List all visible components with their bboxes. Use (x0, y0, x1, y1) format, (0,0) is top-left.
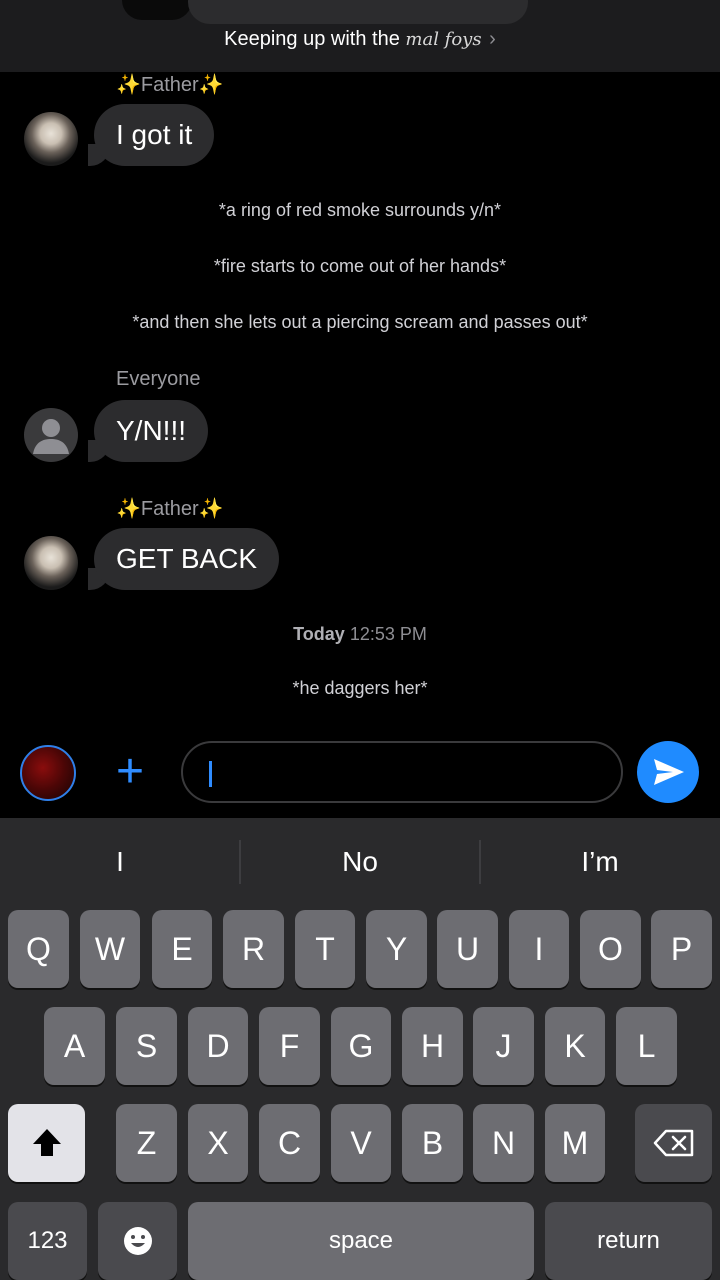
key-c[interactable]: C (259, 1104, 320, 1182)
suggestion-item[interactable]: I’m (480, 818, 720, 906)
key-n[interactable]: N (473, 1104, 534, 1182)
message-bubble[interactable]: I got it (94, 104, 215, 166)
key-v[interactable]: V (331, 1104, 391, 1182)
message-thread: ✨Father✨ I got it *a ring of red smoke s… (0, 72, 720, 732)
conversation-title[interactable]: Keeping up with the mal foys › (0, 28, 720, 51)
timestamp-time: 12:53 PM (349, 624, 427, 644)
sender-avatar[interactable] (24, 536, 78, 590)
key-i[interactable]: I (509, 910, 569, 988)
space-key[interactable]: space (188, 1202, 534, 1280)
key-r[interactable]: R (223, 910, 284, 988)
key-a[interactable]: A (44, 1007, 105, 1085)
emoji-icon (123, 1227, 152, 1255)
text-caret (209, 761, 212, 787)
message-bubble[interactable]: GET BACK (94, 528, 280, 590)
key-d[interactable]: D (188, 1007, 248, 1085)
composer-bar: + (0, 732, 720, 818)
return-key[interactable]: return (545, 1202, 712, 1280)
plus-icon[interactable]: + (106, 748, 154, 796)
key-j[interactable]: J (473, 1007, 534, 1085)
message-input[interactable] (181, 741, 623, 803)
send-button[interactable] (637, 741, 699, 803)
key-e[interactable]: E (152, 910, 212, 988)
key-x[interactable]: X (188, 1104, 248, 1182)
key-y[interactable]: Y (366, 910, 427, 988)
shift-key[interactable] (8, 1104, 85, 1182)
key-g[interactable]: G (331, 1007, 391, 1085)
group-avatar[interactable] (122, 0, 192, 20)
chevron-right-icon: › (489, 28, 496, 50)
key-q[interactable]: Q (8, 910, 69, 988)
timestamp-day: Today (293, 624, 345, 644)
suggestion-item[interactable]: No (240, 818, 480, 906)
narration-text: *he daggers her* (292, 678, 428, 698)
suggestion-item[interactable]: I (0, 818, 240, 906)
timestamp: Today 12:53 PM (0, 624, 720, 645)
key-k[interactable]: K (545, 1007, 605, 1085)
key-u[interactable]: U (437, 910, 498, 988)
sender-name: ✨Father✨ (116, 74, 224, 96)
sender-avatar[interactable] (24, 112, 78, 166)
shift-icon (32, 1129, 61, 1156)
sender-name: ✨Father✨ (116, 498, 224, 520)
narration-text: *and then she lets out a piercing scream… (132, 312, 588, 332)
key-w[interactable]: W (80, 910, 140, 988)
key-t[interactable]: T (295, 910, 355, 988)
key-o[interactable]: O (580, 910, 641, 988)
key-l[interactable]: L (616, 1007, 677, 1085)
person-icon[interactable] (24, 408, 78, 462)
narration-text: *fire starts to come out of her hands* (213, 256, 507, 276)
key-h[interactable]: H (402, 1007, 463, 1085)
header-pill (188, 0, 528, 24)
key-p[interactable]: P (651, 910, 712, 988)
send-icon (654, 759, 684, 785)
keyboard: I No I’m Q W E R T Y U I O P A S D F G H… (0, 818, 720, 1280)
backspace-key[interactable] (635, 1104, 712, 1182)
camera-icon[interactable] (20, 745, 76, 801)
key-m[interactable]: M (545, 1104, 605, 1182)
message-bubble[interactable]: Y/N!!! (94, 400, 209, 462)
key-z[interactable]: Z (116, 1104, 177, 1182)
group-name: mal foys (405, 29, 482, 50)
numbers-key[interactable]: 123 (8, 1202, 87, 1280)
key-f[interactable]: F (259, 1007, 320, 1085)
key-b[interactable]: B (402, 1104, 463, 1182)
sender-name: Everyone (116, 368, 201, 390)
emoji-key[interactable] (98, 1202, 177, 1280)
conversation-header: Keeping up with the mal foys › (0, 0, 720, 72)
backspace-icon (653, 1129, 693, 1157)
key-s[interactable]: S (116, 1007, 177, 1085)
title-prefix: Keeping up with the (224, 28, 400, 50)
narration-text: *a ring of red smoke surrounds y/n* (218, 200, 502, 220)
